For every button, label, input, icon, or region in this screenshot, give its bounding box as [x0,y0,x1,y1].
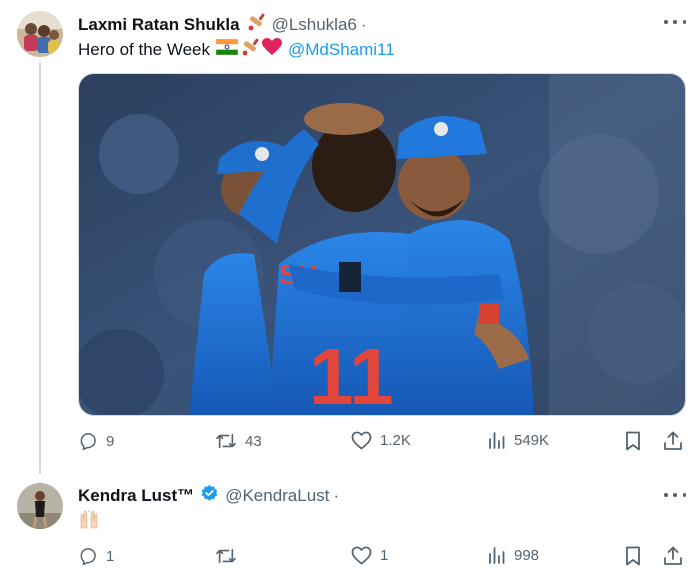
cricket-bat-icon [240,37,260,62]
tweet-body: Hero of the Week [78,39,210,59]
views-chart-icon [488,431,506,449]
flag-india-icon [215,38,239,60]
tweet[interactable]: Laxmi Ratan Shukla @Lshukla6 · Hero of t… [0,0,700,475]
tweet-media-image[interactable]: 11 SH [78,73,686,416]
share-button[interactable] [663,431,683,451]
views-button[interactable]: 549K [488,431,549,449]
reply-count: 9 [106,432,115,450]
avatar[interactable] [17,11,63,57]
bookmark-icon [625,546,641,566]
red-heart-icon [261,38,282,61]
heart-icon [351,546,372,565]
more-options-icon[interactable] [664,12,686,32]
views-chart-icon [488,546,506,564]
share-icon [663,546,683,566]
svg-text:11: 11 [309,332,394,416]
author-handle[interactable]: @Lshukla6 [272,15,357,35]
repost-button[interactable] [215,546,237,566]
tweet-text [78,509,100,534]
tweet[interactable]: Kendra Lust™ @KendraLust · 1 1 998 [0,475,700,581]
avatar[interactable] [17,483,63,529]
verified-badge-icon [200,484,219,508]
bookmark-icon [625,431,641,451]
views-count: 998 [514,546,540,564]
author-name[interactable]: Laxmi Ratan Shukla [78,15,240,35]
views-button[interactable]: 998 [488,546,539,564]
team-huddle-photo: 11 SH [79,74,685,416]
tweet-actions: 9 43 1.2K 549K [78,431,686,455]
reply-icon [78,431,98,451]
like-button[interactable]: 1 [351,546,388,565]
mention-link[interactable]: @MdShami11 [288,40,395,60]
repost-icon [215,431,237,451]
raised-hands-icon [78,509,100,534]
share-icon [663,431,683,451]
author-name[interactable]: Kendra Lust™ [78,486,194,506]
like-count: 1.2K [380,432,411,449]
like-button[interactable]: 1.2K [351,431,411,450]
reply-button[interactable]: 1 [78,546,114,566]
reply-button[interactable]: 9 [78,431,114,451]
more-options-icon[interactable] [664,485,686,505]
share-button[interactable] [663,546,683,566]
separator-dot: · [333,486,340,505]
separator-dot: · [360,14,367,34]
reply-count: 1 [106,547,115,565]
cricket-bat-icon [246,12,266,37]
heart-icon [351,431,372,450]
tweet-actions: 1 1 998 [78,546,686,570]
bookmark-button[interactable] [625,431,641,451]
views-count: 549K [514,431,550,449]
author-handle[interactable]: @KendraLust [225,486,329,506]
repost-button[interactable]: 43 [215,431,262,451]
repost-icon [215,546,237,566]
bookmark-button[interactable] [625,546,641,566]
tweet-text: Hero of the Week @MdShami11 [78,37,395,62]
repost-count: 43 [245,432,262,450]
like-count: 1 [380,547,389,564]
reply-icon [78,546,98,566]
